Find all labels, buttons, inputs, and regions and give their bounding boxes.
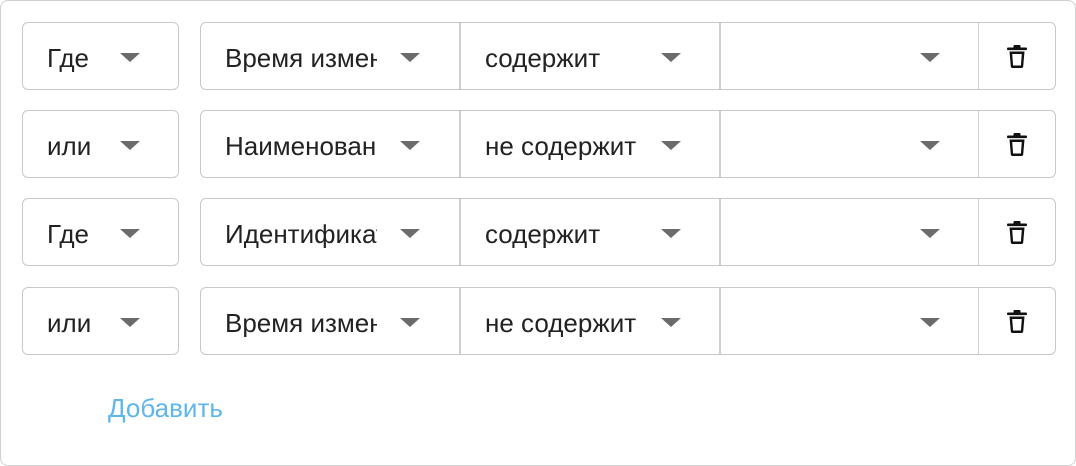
condition-group: Время изменения содержит	[200, 22, 1056, 90]
chevron-down-icon	[661, 229, 681, 238]
conjunction-label: Где	[47, 44, 89, 72]
value-select[interactable]	[719, 111, 978, 177]
conjunction-select[interactable]: или	[22, 110, 179, 178]
operator-select[interactable]: не содержит	[459, 288, 719, 354]
add-filter-link[interactable]: Добавить	[108, 393, 223, 424]
conjunction-select[interactable]: Где	[22, 22, 179, 90]
delete-filter-button[interactable]	[978, 288, 1055, 354]
operator-label: содержит	[485, 44, 601, 72]
chevron-down-icon	[120, 53, 140, 62]
trash-icon	[1007, 310, 1027, 333]
filter-row: Где Идентификатор содержит	[22, 198, 1056, 266]
delete-filter-button[interactable]	[978, 199, 1055, 265]
value-select[interactable]	[719, 199, 978, 265]
operator-label: не содержит	[485, 132, 637, 160]
conjunction-label: Где	[47, 220, 89, 248]
trash-icon	[1007, 221, 1027, 244]
chevron-down-icon	[661, 318, 681, 327]
conjunction-select[interactable]: или	[22, 287, 179, 355]
chevron-down-icon	[400, 318, 420, 327]
value-select[interactable]	[719, 288, 978, 354]
operator-select[interactable]: содержит	[459, 199, 719, 265]
condition-group: Идентификатор содержит	[200, 198, 1056, 266]
chevron-down-icon	[920, 141, 940, 150]
operator-label: не содержит	[485, 309, 637, 337]
conjunction-label: или	[47, 132, 92, 160]
delete-filter-button[interactable]	[978, 23, 1055, 89]
operator-select[interactable]: содержит	[459, 23, 719, 89]
filter-row: или Время изменения не содержит	[22, 287, 1056, 355]
chevron-down-icon	[120, 229, 140, 238]
filter-panel: Где Время изменения содержит	[0, 0, 1076, 466]
condition-group: Время изменения не содержит	[200, 287, 1056, 355]
conjunction-label: или	[47, 309, 92, 337]
chevron-down-icon	[400, 229, 420, 238]
chevron-down-icon	[400, 53, 420, 62]
trash-icon	[1007, 133, 1027, 156]
field-label: Время изменения	[225, 44, 377, 72]
field-select[interactable]: Время изменения	[201, 288, 459, 354]
chevron-down-icon	[920, 53, 940, 62]
value-select[interactable]	[719, 23, 978, 89]
trash-icon	[1007, 45, 1027, 68]
field-select[interactable]: Время изменения	[201, 23, 459, 89]
field-select[interactable]: Идентификатор	[201, 199, 459, 265]
filter-row: Где Время изменения содержит	[22, 22, 1056, 90]
operator-select[interactable]: не содержит	[459, 111, 719, 177]
chevron-down-icon	[661, 141, 681, 150]
field-label: Время изменения	[225, 309, 377, 337]
filter-row: или Наименование не содержит	[22, 110, 1056, 178]
chevron-down-icon	[661, 53, 681, 62]
conjunction-select[interactable]: Где	[22, 198, 179, 266]
chevron-down-icon	[920, 318, 940, 327]
chevron-down-icon	[120, 141, 140, 150]
condition-group: Наименование не содержит	[200, 110, 1056, 178]
operator-label: содержит	[485, 220, 601, 248]
chevron-down-icon	[400, 141, 420, 150]
field-label: Наименование	[225, 132, 377, 160]
chevron-down-icon	[120, 318, 140, 327]
chevron-down-icon	[920, 229, 940, 238]
field-select[interactable]: Наименование	[201, 111, 459, 177]
field-label: Идентификатор	[225, 220, 377, 248]
delete-filter-button[interactable]	[978, 111, 1055, 177]
